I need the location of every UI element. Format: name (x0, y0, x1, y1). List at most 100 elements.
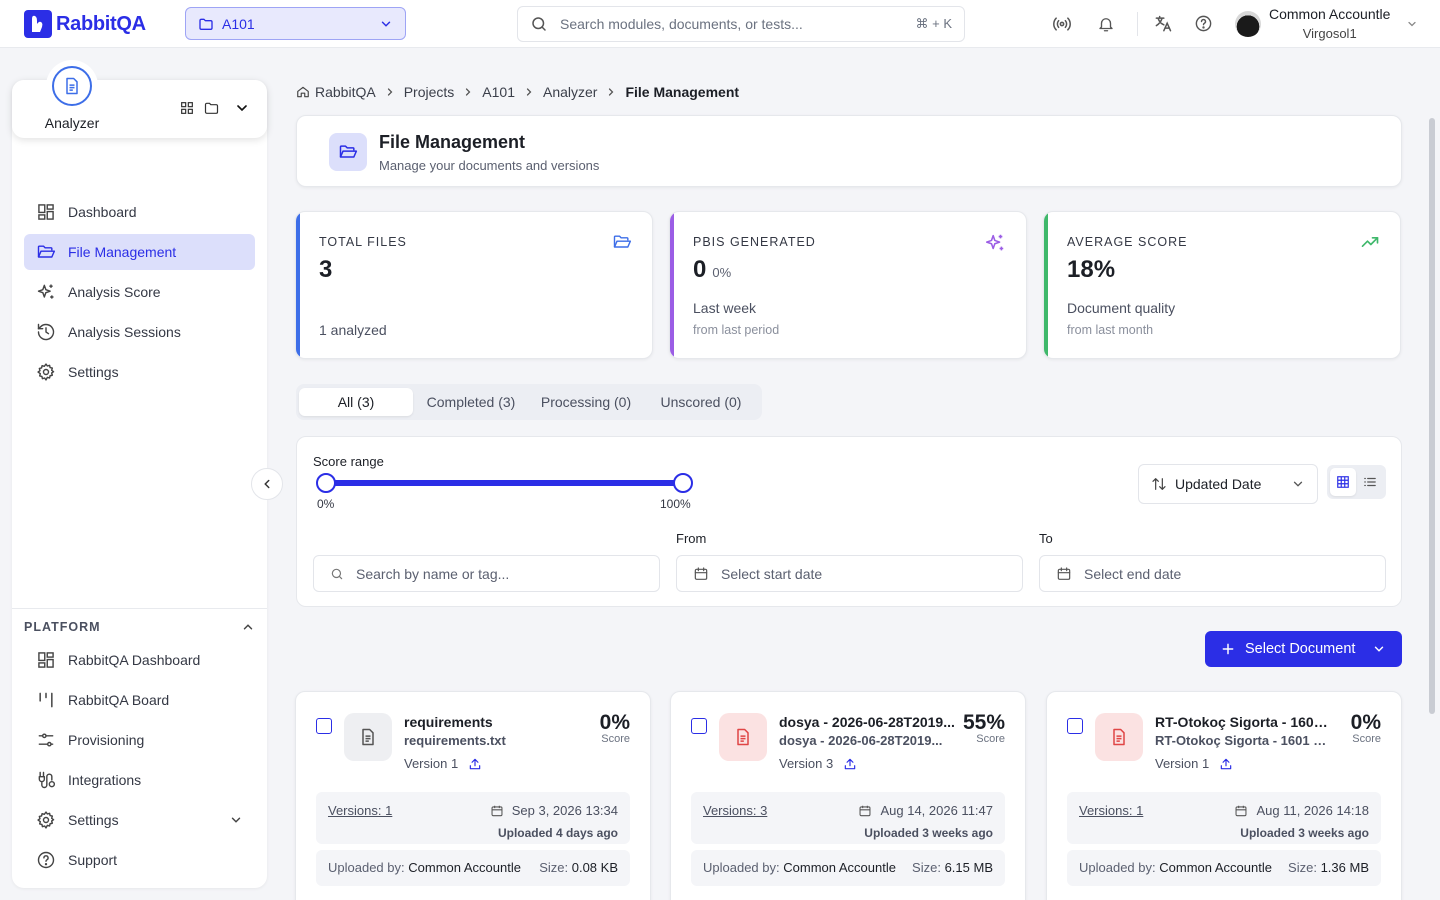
stat-card-average-score: AVERAGE SCORE 18% Document quality from … (1043, 211, 1401, 359)
file-date: Aug 11, 2026 14:18 (1256, 803, 1369, 818)
breadcrumb-module[interactable]: Analyzer (543, 84, 597, 100)
nav-item-dashboard[interactable]: Dashboard (24, 194, 255, 230)
folder-icon[interactable] (203, 100, 220, 116)
file-size-label: Size: (539, 860, 569, 875)
stat-caption: Last week (693, 300, 757, 316)
platform-nav: RabbitQA Dashboard RabbitQA Board Provis… (24, 642, 255, 882)
help-icon (36, 850, 56, 870)
stat-card-total-files: TOTAL FILES 3 1 analyzed (295, 211, 653, 359)
file-select-checkbox[interactable] (316, 718, 332, 734)
file-score: 0% (1350, 711, 1381, 734)
tab-completed[interactable]: Completed (3) (413, 388, 529, 416)
chevron-down-icon (1406, 18, 1418, 30)
pdf-file-icon (1095, 713, 1143, 761)
file-card[interactable]: RT-Otokoç Sigorta - 1601 Ek... RT-Otokoç… (1046, 691, 1402, 900)
platform-section-header[interactable]: PLATFORM (24, 620, 255, 634)
tab-processing[interactable]: Processing (0) (529, 388, 643, 416)
tab-all[interactable]: All (3) (299, 388, 413, 416)
breadcrumb-current: File Management (625, 84, 740, 100)
file-versions-link[interactable]: Versions: 3 (703, 803, 767, 818)
nav-item-integrations[interactable]: Integrations (24, 762, 255, 798)
module-badge (48, 62, 96, 110)
module-switcher[interactable]: Analyzer (12, 62, 267, 138)
project-select[interactable]: A101 (185, 7, 406, 40)
file-name[interactable]: RT-Otokoç Sigorta - 1601 Ek... (1155, 714, 1333, 730)
global-search[interactable]: Search modules, documents, or tests... ⌘… (517, 6, 965, 42)
tab-unscored[interactable]: Unscored (0) (643, 388, 759, 416)
file-search-input[interactable]: Search by name or tag... (313, 555, 660, 592)
bell-icon[interactable] (1097, 14, 1115, 34)
breadcrumb-rabbitqa[interactable]: RabbitQA (315, 84, 376, 100)
nav-item-support[interactable]: Support (24, 842, 255, 878)
user-menu[interactable]: Common Accountle Virgosol1 (1235, 4, 1418, 44)
file-name[interactable]: requirements (404, 714, 582, 730)
from-date-input[interactable]: Select start date (676, 555, 1023, 592)
file-versions-link[interactable]: Versions: 1 (1079, 803, 1143, 818)
nav-item-analysis-score[interactable]: Analysis Score (24, 274, 255, 310)
broadcast-icon[interactable] (1052, 14, 1072, 34)
page-scrollbar[interactable] (1429, 118, 1435, 714)
file-select-checkbox[interactable] (1067, 718, 1083, 734)
file-uploader-label: Uploaded by: (703, 860, 780, 875)
list-view-button[interactable] (1358, 468, 1384, 496)
breadcrumb-projects[interactable]: Projects (404, 84, 455, 100)
search-icon (330, 567, 344, 581)
file-uploader-label: Uploaded by: (1079, 860, 1156, 875)
platform-heading: PLATFORM (24, 620, 101, 634)
sort-select-value: Updated Date (1175, 476, 1262, 492)
trending-up-icon (1360, 232, 1380, 252)
translate-icon[interactable] (1153, 14, 1173, 34)
home-icon (296, 85, 310, 99)
nav-item-label: Analysis Score (68, 284, 161, 300)
page-header: File Management Manage your documents an… (296, 115, 1402, 187)
file-meta: Uploaded by: Common Accountle Size: 0.08… (316, 850, 630, 886)
app-name: RabbitQA (56, 12, 146, 35)
stat-value: 18% (1067, 256, 1116, 283)
chevron-down-icon (1291, 477, 1305, 491)
score-range-track[interactable] (327, 480, 683, 486)
file-score: 55% (962, 711, 1005, 734)
chevron-up-icon (241, 620, 255, 634)
file-card[interactable]: requirements requirements.txt Version 1 … (295, 691, 651, 900)
chevron-down-icon[interactable] (234, 100, 250, 116)
file-select-checkbox[interactable] (691, 718, 707, 734)
score-range-min-handle[interactable] (316, 473, 336, 493)
breadcrumb-project[interactable]: A101 (482, 84, 515, 100)
stat-subcaption: from last month (1067, 323, 1154, 337)
from-date-placeholder: Select start date (721, 565, 823, 582)
nav-item-settings[interactable]: Settings (24, 354, 255, 390)
stat-value: 0 0% (693, 256, 732, 283)
sort-select[interactable]: Updated Date (1138, 464, 1318, 504)
upload-icon[interactable] (468, 757, 482, 771)
nav-item-provisioning[interactable]: Provisioning (24, 722, 255, 758)
nav-item-label: Integrations (68, 772, 142, 788)
nav-item-rabbitqa-dashboard[interactable]: RabbitQA Dashboard (24, 642, 255, 678)
module-label: Analyzer (44, 115, 100, 131)
stat-caption: Document quality (1067, 300, 1176, 316)
nav-item-analysis-sessions[interactable]: Analysis Sessions (24, 314, 255, 350)
grid-view-button[interactable] (1330, 468, 1356, 496)
dashboard-icon (36, 650, 56, 670)
calendar-icon (693, 566, 709, 582)
upload-icon[interactable] (843, 757, 857, 771)
search-icon (530, 15, 548, 33)
file-versions-link[interactable]: Versions: 1 (328, 803, 392, 818)
upload-icon[interactable] (1219, 757, 1233, 771)
file-card[interactable]: dosya - 2026-06-28T2019... dosya - 2026-… (670, 691, 1026, 900)
score-range-max-handle[interactable] (673, 473, 693, 493)
file-date: Aug 14, 2026 11:47 (880, 803, 993, 818)
file-name[interactable]: dosya - 2026-06-28T2019... (779, 714, 957, 730)
select-document-button[interactable]: Select Document (1205, 631, 1402, 667)
file-version: Version 1 (1155, 756, 1210, 771)
app-logo[interactable]: RabbitQA (24, 10, 146, 38)
nav-item-rabbitqa-board[interactable]: RabbitQA Board (24, 682, 255, 718)
nav-item-platform-settings[interactable]: Settings (24, 802, 255, 838)
view-toggle (1327, 465, 1386, 499)
to-date-input[interactable]: Select end date (1039, 555, 1386, 592)
file-size: 0.08 KB (571, 860, 618, 875)
file-uploader-label: Uploaded by: (328, 860, 405, 875)
nav-item-file-management[interactable]: File Management (24, 234, 255, 270)
grid-icon[interactable] (179, 100, 195, 116)
sidebar-collapse-button[interactable] (251, 468, 283, 500)
help-icon[interactable] (1194, 14, 1213, 33)
